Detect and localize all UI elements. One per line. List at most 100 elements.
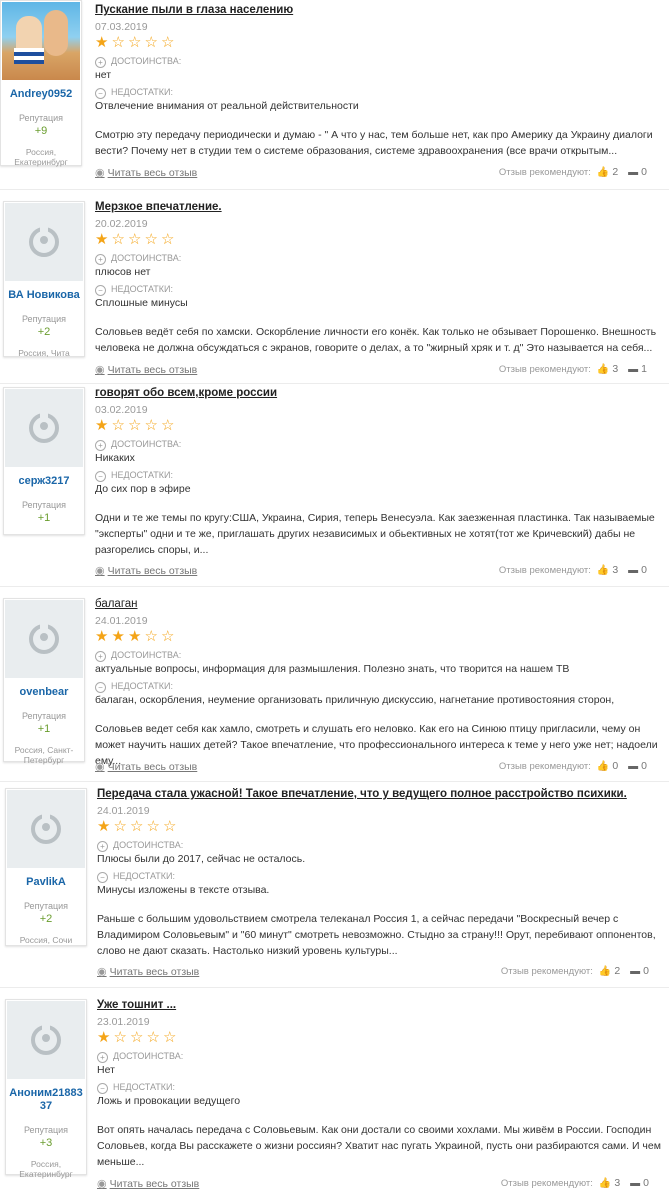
pros-text: нет [95,69,112,81]
review-text: Смотрю эту передачу периодически и думаю… [95,129,653,157]
review-content: балаган 24.01.2019 ★ ★ ★ ☆ ☆ + ДОСТОИНСТВА: а… [95,597,665,769]
review-footer: ◉ Читать весь отзыв Отзыв рекомендуют: 👍 2 ▬… [95,166,655,180]
comment-icon[interactable]: ▬ [628,364,638,375]
comment-icon[interactable]: ▬ [628,167,638,178]
thumbs-up-icon[interactable]: 👍 [597,565,609,576]
comment-icon[interactable]: ▬ [630,1178,640,1189]
cons-text: До сих пор в эфире [95,483,191,495]
likes-count: 0 [612,760,619,772]
star-filled-icon: ★ [95,34,109,51]
user-card: серж3217 Репутация +1 [3,387,85,535]
star-empty-icon: ☆ [128,34,142,51]
username-link[interactable]: ВА Новикова [4,289,84,302]
review-title-link[interactable]: Уже тошнит ... [97,998,667,1012]
eye-icon: ◉ [97,1178,107,1190]
star-filled-icon: ★ [128,628,142,645]
review-title-link[interactable]: балаган [95,597,665,611]
review-date: 24.01.2019 [95,615,148,627]
likes-count: 3 [612,564,619,576]
user-card: ВА Новикова Репутация +2 Россия, Чита [3,201,85,358]
star-filled-icon: ★ [111,628,125,645]
review-title-link[interactable]: говорят обо всем,кроме россии [95,386,665,400]
user-card: Аноним2188337 Репутация +3 Россия, Екате… [5,999,87,1179]
avatar[interactable] [5,203,83,281]
read-more-link[interactable]: ◉ Читать весь отзыв [95,564,197,577]
reputation-label: Репутация [21,711,67,721]
comments-count: 1 [641,363,647,375]
cons-label: − НЕДОСТАТКИ: [95,86,665,99]
pros-text: Нет [97,1064,115,1076]
star-empty-icon: ☆ [111,34,125,51]
star-filled-icon: ★ [97,1029,111,1046]
minus-circle-icon: − [95,285,106,296]
avatar[interactable] [5,389,83,467]
reputation-label: Репутация [23,901,69,911]
star-filled-icon: ★ [97,818,111,835]
star-empty-icon: ☆ [113,818,127,835]
pros-label: + ДОСТОИНСТВА: [95,649,665,662]
avatar[interactable] [7,1001,85,1079]
review-text: Одни и те же темы по кругу:США, Украина,… [95,512,655,556]
review-footer: ◉ Читать весь отзыв Отзыв рекомендуют: 👍 3 ▬… [95,564,655,578]
star-empty-icon: ☆ [130,818,144,835]
rating-stars: ★ ★ ★ ☆ ☆ [95,629,665,645]
star-empty-icon: ☆ [130,1029,144,1046]
review-title-link[interactable]: Пускание пыли в глаза населению [95,3,665,17]
read-more-link[interactable]: ◉ Читать весь отзыв [95,166,197,179]
rating-stars: ★ ☆ ☆ ☆ ☆ [97,819,667,835]
star-empty-icon: ☆ [163,818,177,835]
minus-circle-icon: − [97,1083,108,1094]
plus-circle-icon: + [97,841,108,852]
thumbs-up-icon[interactable]: 👍 [599,1178,611,1189]
avatar[interactable] [5,600,83,678]
recommend-block: Отзыв рекомендуют: 👍 3 ▬ 0 [500,1177,649,1189]
eye-icon: ◉ [95,364,105,376]
cons-label: − НЕДОСТАТКИ: [95,680,665,693]
avatar[interactable] [2,2,80,80]
review-footer: ◉ Читать весь отзыв Отзыв рекомендуют: 👍 2 ▬… [97,965,657,979]
thumbs-up-icon[interactable]: 👍 [597,761,609,772]
thumbs-up-icon[interactable]: 👍 [597,364,609,375]
divider [0,189,669,190]
comment-icon[interactable]: ▬ [628,565,638,576]
read-more-link[interactable]: ◉ Читать весь отзыв [97,965,199,978]
cons-text: Минусы изложены в тексте отзыва. [97,884,270,896]
review-title-link[interactable]: Мерзкое впечатление. [95,200,665,214]
username-link[interactable]: Andrey0952 [1,88,81,101]
star-empty-icon: ☆ [161,628,175,645]
review-content: Передача стала ужасной! Такое впечатлени… [97,787,667,959]
thumbs-up-icon[interactable]: 👍 [597,167,609,178]
plus-circle-icon: + [97,1052,108,1063]
comment-icon[interactable]: ▬ [628,761,638,772]
pros-label: + ДОСТОИНСТВА: [95,438,665,451]
eye-icon: ◉ [97,966,107,978]
avatar[interactable] [7,790,85,868]
review-footer: ◉ Читать весь отзыв Отзыв рекомендуют: 👍 0 ▬… [95,760,655,774]
pros-text: Плюсы были до 2017, сейчас не осталось. [97,853,306,865]
reputation-value: +1 [37,512,51,524]
comment-icon[interactable]: ▬ [630,966,640,977]
username-link[interactable]: серж3217 [4,475,84,488]
reputation-value: +2 [39,913,53,925]
read-more-link[interactable]: ◉ Читать весь отзыв [95,760,197,773]
star-empty-icon: ☆ [111,231,125,248]
review-text: Вот опять началась передача с Соловьевым… [97,1124,661,1168]
user-location: Россия, Сочи [19,935,73,945]
thumbs-up-icon[interactable]: 👍 [599,966,611,977]
pros-label: + ДОСТОИНСТВА: [97,1050,667,1063]
eye-icon: ◉ [95,167,105,179]
eye-icon: ◉ [95,565,105,577]
cons-text: Сплошные минусы [95,297,188,309]
review-date: 23.01.2019 [97,1016,150,1028]
username-link[interactable]: Аноним2188337 [6,1087,86,1113]
read-more-link[interactable]: ◉ Читать весь отзыв [97,1177,199,1190]
username-link[interactable]: PavlikA [6,876,86,889]
cons-label: − НЕДОСТАТКИ: [97,1081,667,1094]
recommend-block: Отзыв рекомендуют: 👍 0 ▬ 0 [498,760,647,772]
cons-text: Ложь и провокации ведущего [97,1095,241,1107]
read-more-link[interactable]: ◉ Читать весь отзыв [95,363,197,376]
review-content: говорят обо всем,кроме россии 03.02.2019… [95,386,665,558]
username-link[interactable]: ovenbear [4,686,84,699]
divider [0,987,669,988]
review-title-link[interactable]: Передача стала ужасной! Такое впечатлени… [97,787,667,801]
